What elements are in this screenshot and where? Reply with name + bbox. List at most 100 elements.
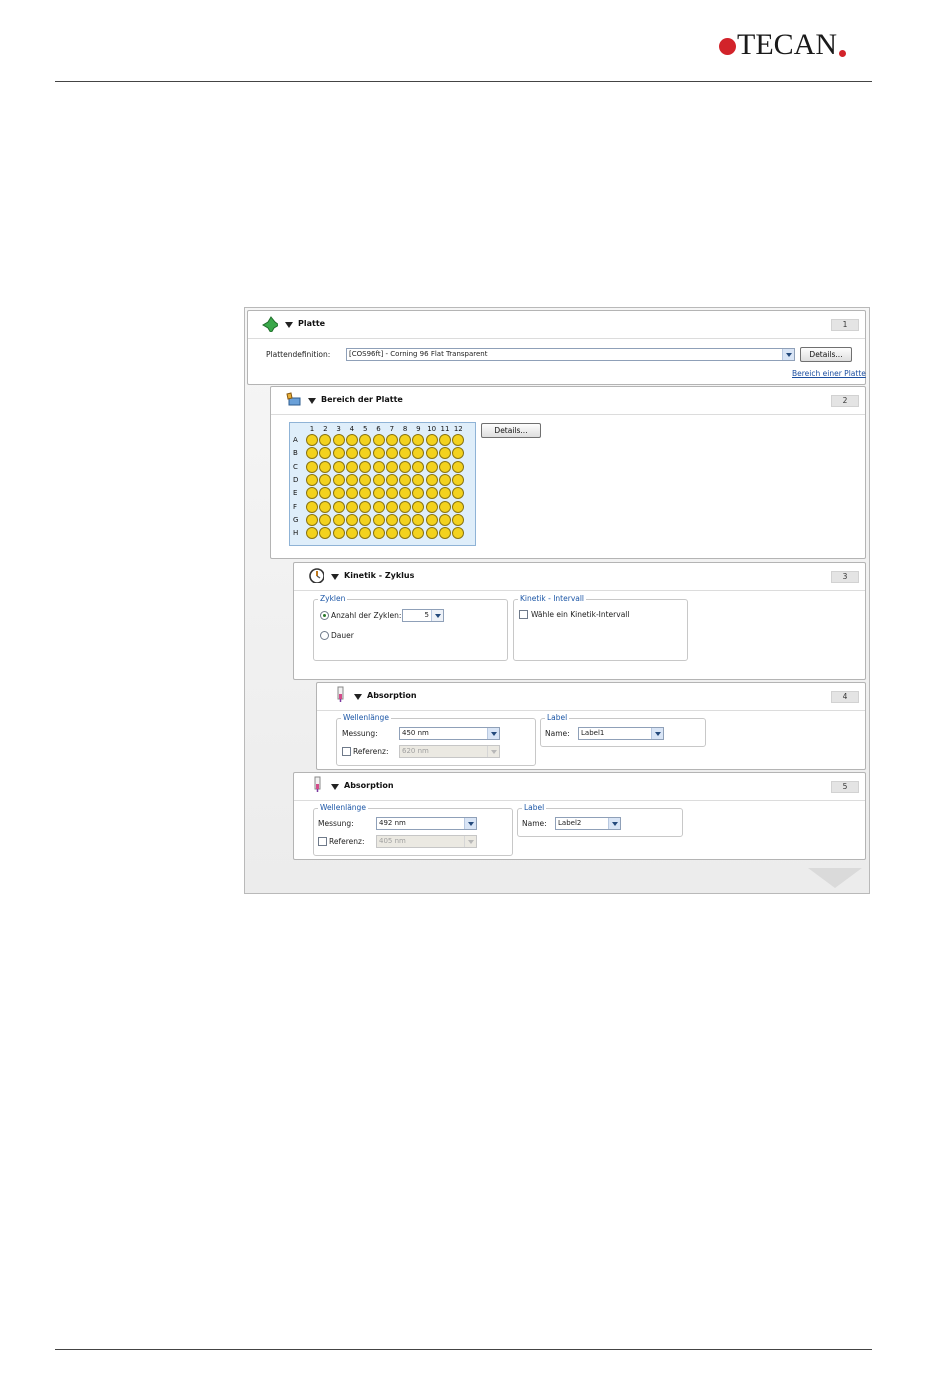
plate-well[interactable] bbox=[319, 513, 332, 526]
plate-well[interactable] bbox=[359, 527, 372, 540]
plate-well[interactable] bbox=[332, 434, 345, 446]
plate-well[interactable] bbox=[412, 527, 425, 540]
expand-arrow-icon[interactable] bbox=[354, 694, 362, 700]
plate-well[interactable] bbox=[319, 447, 332, 460]
plate-well[interactable] bbox=[319, 487, 332, 500]
plate-well[interactable] bbox=[452, 513, 465, 526]
plate-well[interactable] bbox=[399, 513, 412, 526]
plate-well[interactable] bbox=[332, 447, 345, 460]
chevron-down-icon[interactable] bbox=[782, 349, 794, 360]
plate-well[interactable] bbox=[385, 434, 398, 446]
referenz-checkbox[interactable] bbox=[318, 837, 327, 846]
plate-well[interactable] bbox=[385, 473, 398, 486]
plate-well[interactable] bbox=[425, 500, 438, 513]
plate-well[interactable] bbox=[372, 460, 385, 473]
plate-well[interactable] bbox=[439, 527, 451, 540]
plate-well[interactable] bbox=[372, 527, 385, 540]
plate-well[interactable] bbox=[399, 500, 412, 513]
expand-arrow-icon[interactable] bbox=[331, 574, 339, 580]
chevron-down-icon[interactable] bbox=[464, 818, 476, 829]
plate-well[interactable] bbox=[412, 500, 425, 513]
plate-well[interactable] bbox=[306, 513, 318, 526]
plate-well[interactable] bbox=[399, 434, 412, 446]
plate-well[interactable] bbox=[332, 500, 345, 513]
plate-well[interactable] bbox=[412, 487, 425, 500]
plate-well[interactable] bbox=[359, 500, 372, 513]
plate-well[interactable] bbox=[345, 473, 358, 486]
plate-well[interactable] bbox=[372, 434, 385, 446]
plate-well[interactable] bbox=[332, 487, 345, 500]
plate-well[interactable] bbox=[399, 460, 412, 473]
plate-well[interactable] bbox=[425, 527, 438, 540]
plate-well[interactable] bbox=[412, 473, 425, 486]
plate-well[interactable] bbox=[425, 473, 438, 486]
plate-definition-select[interactable]: [COS96ft] - Corning 96 Flat Transparent bbox=[346, 348, 795, 361]
plate-details-button[interactable]: Details... bbox=[800, 347, 852, 362]
plate-well[interactable] bbox=[319, 460, 332, 473]
plate-range-link[interactable]: Bereich einer Platte bbox=[792, 369, 866, 378]
plate-well[interactable] bbox=[359, 434, 372, 446]
plate-well[interactable] bbox=[439, 513, 451, 526]
plate-well[interactable] bbox=[319, 473, 332, 486]
plate-well[interactable] bbox=[345, 434, 358, 446]
plate-well[interactable] bbox=[306, 500, 318, 513]
plate-well[interactable] bbox=[345, 447, 358, 460]
plate-well[interactable] bbox=[452, 500, 465, 513]
plate-well[interactable] bbox=[306, 527, 318, 540]
anzahl-radio[interactable] bbox=[320, 611, 329, 620]
plate-well[interactable] bbox=[306, 487, 318, 500]
chevron-down-icon[interactable] bbox=[487, 746, 499, 757]
anzahl-stepper[interactable]: 5 bbox=[402, 609, 444, 622]
plate-well[interactable] bbox=[345, 487, 358, 500]
plate-well[interactable] bbox=[439, 500, 451, 513]
label-name-select[interactable]: Label2 bbox=[555, 817, 621, 830]
plate-well[interactable] bbox=[452, 434, 465, 446]
plate-well[interactable] bbox=[359, 487, 372, 500]
plate-well[interactable] bbox=[452, 487, 465, 500]
plate-well[interactable] bbox=[319, 500, 332, 513]
plate-well[interactable] bbox=[385, 527, 398, 540]
plate-well[interactable] bbox=[306, 473, 318, 486]
plate-well[interactable] bbox=[306, 460, 318, 473]
chevron-down-icon[interactable] bbox=[608, 818, 620, 829]
plate-well[interactable] bbox=[385, 513, 398, 526]
chevron-down-icon[interactable] bbox=[487, 728, 499, 739]
plate-well[interactable] bbox=[332, 473, 345, 486]
messung-select[interactable]: 492 nm bbox=[376, 817, 477, 830]
plate-well[interactable] bbox=[425, 434, 438, 446]
plate-well[interactable] bbox=[359, 447, 372, 460]
plate-well[interactable] bbox=[412, 513, 425, 526]
plate-well[interactable] bbox=[345, 513, 358, 526]
plate-well[interactable] bbox=[385, 500, 398, 513]
chevron-down-icon[interactable] bbox=[651, 728, 663, 739]
plate-well[interactable] bbox=[372, 473, 385, 486]
plate-well[interactable] bbox=[439, 434, 451, 446]
plate-well[interactable] bbox=[319, 527, 332, 540]
plate-well[interactable] bbox=[452, 460, 465, 473]
plate-well[interactable] bbox=[385, 447, 398, 460]
plate-well[interactable] bbox=[385, 487, 398, 500]
plate-well[interactable] bbox=[412, 460, 425, 473]
plate-well[interactable] bbox=[359, 473, 372, 486]
interval-checkbox[interactable] bbox=[519, 610, 528, 619]
plate-well[interactable] bbox=[452, 527, 465, 540]
dauer-radio[interactable] bbox=[320, 631, 329, 640]
plate-well[interactable] bbox=[399, 473, 412, 486]
plate-well[interactable] bbox=[306, 447, 318, 460]
chevron-down-icon[interactable] bbox=[464, 836, 476, 847]
referenz-checkbox[interactable] bbox=[342, 747, 351, 756]
plate-well[interactable] bbox=[399, 527, 412, 540]
plate-well[interactable] bbox=[332, 513, 345, 526]
plate-well[interactable] bbox=[439, 487, 451, 500]
plate-well[interactable] bbox=[319, 434, 332, 446]
plate-well[interactable] bbox=[372, 487, 385, 500]
plate-well[interactable] bbox=[425, 460, 438, 473]
label-name-select[interactable]: Label1 bbox=[578, 727, 664, 740]
expand-arrow-icon[interactable] bbox=[308, 398, 316, 404]
microplate-grid[interactable]: 1 2 3 4 5 6 7 8 9 10 11 12 A B C D E F G H bbox=[289, 422, 476, 546]
plate-well[interactable] bbox=[439, 460, 451, 473]
plate-well[interactable] bbox=[425, 513, 438, 526]
range-details-button[interactable]: Details... bbox=[481, 423, 541, 438]
plate-well[interactable] bbox=[425, 447, 438, 460]
plate-well[interactable] bbox=[372, 447, 385, 460]
